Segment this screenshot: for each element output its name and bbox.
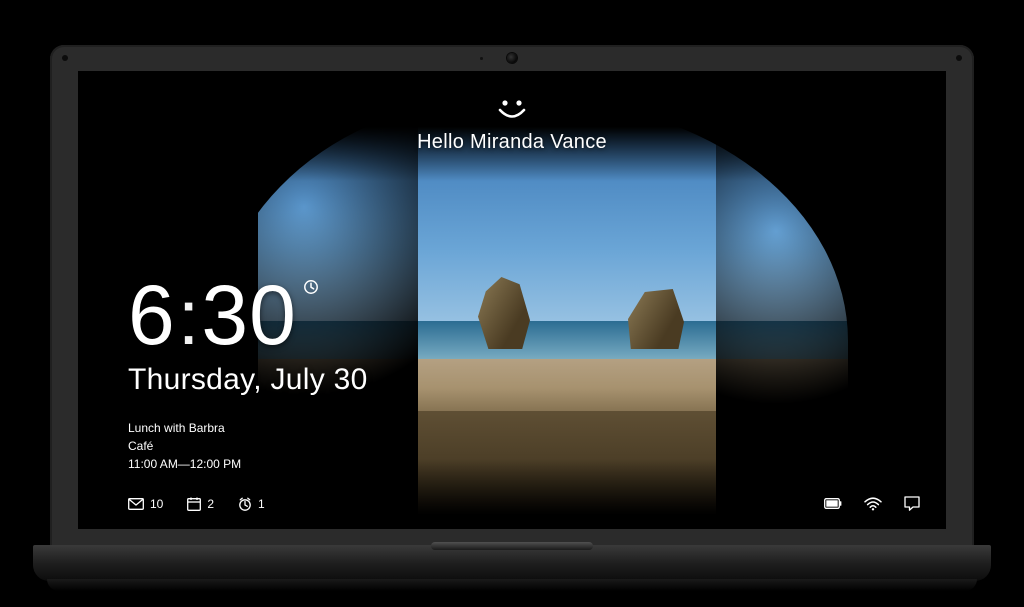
event-title: Lunch with Barbra — [128, 419, 241, 437]
webcam-icon — [507, 53, 517, 63]
system-tray — [824, 496, 920, 511]
clock-icon — [303, 279, 319, 295]
clock-minute: 30 — [201, 273, 296, 357]
clock-colon: : — [178, 278, 200, 356]
alarm-badge[interactable]: 1 — [238, 497, 265, 511]
event-location: Café — [128, 437, 241, 455]
laptop-device-frame: Hello Miranda Vance 6 : 30 — [50, 45, 974, 600]
mail-badge[interactable]: 10 — [128, 497, 163, 511]
action-center-icon[interactable] — [904, 496, 920, 511]
calendar-badge[interactable]: 2 — [187, 497, 214, 511]
alarm-count: 1 — [258, 497, 265, 511]
hello-greeting: Hello Miranda Vance — [78, 99, 946, 154]
clock-time: 6 : 30 — [128, 273, 297, 357]
clock-date: Thursday, July 30 — [128, 363, 368, 397]
laptop-hinge — [431, 542, 593, 550]
mail-count: 10 — [150, 497, 163, 511]
status-badges: 10 2 1 — [128, 497, 265, 511]
clock-block: 6 : 30 Thursday, July 30 — [128, 273, 368, 397]
alarm-icon — [238, 497, 252, 511]
hinge-screw-icon — [956, 55, 962, 61]
wifi-icon[interactable] — [864, 497, 882, 511]
hinge-screw-icon — [62, 55, 68, 61]
mail-icon — [128, 498, 144, 510]
lock-screen[interactable]: Hello Miranda Vance 6 : 30 — [78, 71, 946, 529]
smile-icon — [495, 99, 529, 121]
laptop-lid: Hello Miranda Vance 6 : 30 — [50, 45, 974, 547]
calendar-icon — [187, 497, 201, 511]
laptop-base — [33, 545, 991, 600]
calendar-count: 2 — [207, 497, 214, 511]
event-time-range: 11:00 AM—12:00 PM — [128, 455, 241, 473]
camera-led-indicator — [480, 57, 483, 60]
clock-hour: 6 — [128, 273, 176, 357]
quick-status-event: Lunch with Barbra Café 11:00 AM—12:00 PM — [128, 419, 241, 473]
greeting-text: Hello Miranda Vance — [78, 131, 946, 154]
battery-icon[interactable] — [824, 498, 842, 509]
